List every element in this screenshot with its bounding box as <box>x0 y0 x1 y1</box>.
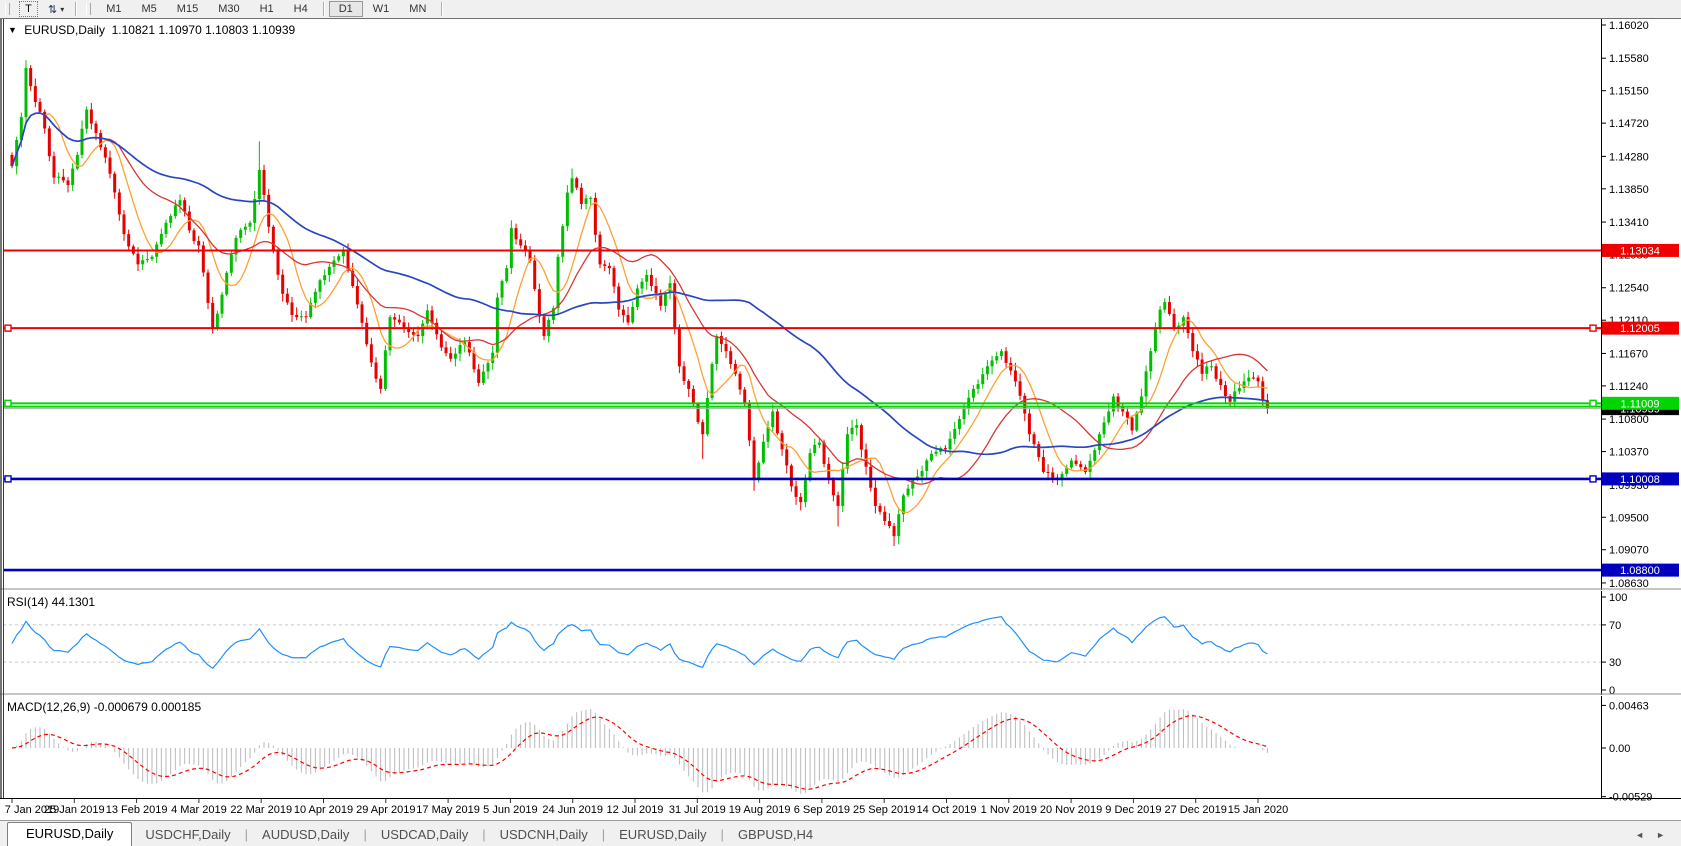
date-axis-label: 13 Feb 2019 <box>106 804 168 816</box>
chart-quote-header: ▼ EURUSD,Daily 1.10821 1.10970 1.10803 1… <box>8 23 295 37</box>
price-axis-tick: 1.09500 <box>1609 512 1649 524</box>
date-axis-label: 4 Mar 2019 <box>171 804 227 816</box>
date-axis-label: 29 Apr 2019 <box>356 804 415 816</box>
rsi-axis-tick: 100 <box>1609 592 1627 604</box>
chart-tab-eurusd-daily[interactable]: EURUSD,Daily <box>7 822 133 846</box>
timeframe-button-M30[interactable]: M30 <box>208 1 249 17</box>
timeframe-button-H4[interactable]: H4 <box>284 1 318 17</box>
price-axis-tick: 1.10370 <box>1609 447 1649 459</box>
price-axis-tick: 1.12540 <box>1609 283 1649 295</box>
price-axis-tick: 1.15580 <box>1609 53 1649 65</box>
macd-indicator-label: MACD(12,26,9) -0.000679 0.000185 <box>7 700 202 714</box>
price-axis-tick: 1.09070 <box>1609 545 1649 557</box>
line-anchor-handle[interactable] <box>1589 324 1597 332</box>
quote-high: 1.10970 <box>158 23 202 37</box>
timeframe-button-group: M1 M5 M15 M30 H1 H4 D1 W1 MN <box>96 1 447 17</box>
tab-scroll-left-icon[interactable]: ◄ <box>1635 830 1644 840</box>
timeframe-button-M5[interactable]: M5 <box>132 1 167 17</box>
line-anchor-handle[interactable] <box>4 399 12 408</box>
date-axis-label: 10 Apr 2019 <box>294 804 353 816</box>
svg-text:1.08800: 1.08800 <box>1620 565 1660 577</box>
timeframe-button-W1[interactable]: W1 <box>363 1 400 17</box>
quote-close: 1.10939 <box>251 23 296 37</box>
svg-text:1.10008: 1.10008 <box>1620 474 1660 486</box>
price-axis-tick: 1.14280 <box>1609 151 1649 163</box>
text-tool-button[interactable]: T <box>19 1 38 17</box>
chart-symbol-label: EURUSD,Daily <box>24 23 105 37</box>
svg-text:1.12005: 1.12005 <box>1620 323 1660 335</box>
line-anchor-handle[interactable] <box>1589 475 1597 483</box>
timeframe-button-M1[interactable]: M1 <box>96 1 131 17</box>
macd-axis-tick: 0.00463 <box>1609 700 1649 712</box>
price-axis-tick: 1.16020 <box>1609 20 1649 32</box>
quote-open: 1.10821 <box>111 23 156 37</box>
price-chart-svg[interactable]: 1.16020 1.15580 1.15150 1.14720 1.14280 1.138… <box>0 18 1681 820</box>
chart-tab-usdchf-daily[interactable]: USDCHF,Daily <box>132 824 243 846</box>
price-axis-tick: 1.11240 <box>1609 381 1648 393</box>
tab-scroll-right-icon[interactable]: ► <box>1656 830 1665 840</box>
line-anchor-handle[interactable] <box>4 324 12 332</box>
date-axis-label: 22 Mar 2019 <box>230 804 292 816</box>
svg-text:1.11009: 1.11009 <box>1621 398 1660 410</box>
date-axis-label: 24 Jun 2019 <box>542 804 603 816</box>
tab-scroll-controls: ◄ ► <box>1635 830 1665 846</box>
macd-axis-tick: -0.00529 <box>1609 792 1652 804</box>
date-axis-label: 6 Sep 2019 <box>794 804 850 816</box>
arrange-windows-button[interactable]: ⇅ ▾ <box>48 3 64 16</box>
price-axis-tick: 1.11670 <box>1609 348 1648 360</box>
chart-tabs: EURUSD,Daily USDCHF,Daily | AUDUSD,Daily | US… <box>0 822 826 846</box>
quote-low: 1.10803 <box>205 23 249 37</box>
date-axis-label: 25 Sep 2019 <box>853 804 915 816</box>
price-axis-tick: 1.08630 <box>1609 578 1649 590</box>
toolbar-grip-handle[interactable] <box>86 3 92 15</box>
chart-tab-bar: EURUSD,Daily USDCHF,Daily | AUDUSD,Daily | US… <box>0 820 1681 846</box>
toolbar-grip-handle[interactable] <box>5 3 10 15</box>
svg-text:1.13034: 1.13034 <box>1620 245 1660 257</box>
macd-axis-tick: 0.00 <box>1609 743 1630 755</box>
symbol-dropdown-arrow-icon[interactable]: ▼ <box>8 25 17 35</box>
toolbar-separator <box>441 2 443 16</box>
chart-tab-gbpusd-h4[interactable]: GBPUSD,H4 <box>725 824 826 846</box>
date-axis-label: 20 Nov 2019 <box>1040 804 1102 816</box>
chevron-down-icon[interactable]: ▾ <box>60 5 64 14</box>
price-axis-tick: 1.14720 <box>1609 118 1649 130</box>
toolbar-separator <box>75 2 77 16</box>
rsi-indicator-label: RSI(14) 44.1301 <box>7 595 96 609</box>
date-axis-label: 31 Jul 2019 <box>669 804 726 816</box>
top-toolbar: T ⇅ ▾ M1 M5 M15 M30 H1 H4 D1 W1 MN <box>0 0 1681 19</box>
date-axis-label: 25 Jan 2019 <box>44 804 105 816</box>
date-axis-label: 27 Dec 2019 <box>1165 804 1227 816</box>
line-anchor-handle[interactable] <box>1589 399 1597 408</box>
timeframe-button-H1[interactable]: H1 <box>250 1 284 17</box>
price-axis-tick: 1.13850 <box>1609 184 1649 196</box>
date-axis-label: 14 Oct 2019 <box>917 804 977 816</box>
date-axis-label: 17 May 2019 <box>416 804 480 816</box>
date-axis-label: 1 Nov 2019 <box>981 804 1037 816</box>
chart-tab-audusd-daily[interactable]: AUDUSD,Daily <box>249 824 362 846</box>
chart-tab-usdcnh-daily[interactable]: USDCNH,Daily <box>487 824 601 846</box>
mt4-window: { "toolbar": { "text_tool_label": "T", "… <box>0 0 1681 846</box>
timeframe-button-D1[interactable]: D1 <box>328 1 363 17</box>
rsi-axis-tick: 70 <box>1609 620 1621 632</box>
swap-arrows-icon: ⇅ <box>48 3 58 16</box>
price-axis-tick: 1.10800 <box>1609 414 1649 426</box>
date-axis-label: 19 Aug 2019 <box>729 804 791 816</box>
price-axis-tick: 1.15150 <box>1609 86 1649 98</box>
date-axis-label: 5 Jun 2019 <box>483 804 537 816</box>
timeframe-button-M15[interactable]: M15 <box>167 1 208 17</box>
date-axis-label: 12 Jul 2019 <box>607 804 664 816</box>
rsi-axis-tick: 30 <box>1609 657 1621 669</box>
line-anchor-handle[interactable] <box>4 475 12 483</box>
chart-tab-usdcad-daily[interactable]: USDCAD,Daily <box>368 824 481 846</box>
timeframe-button-MN[interactable]: MN <box>399 1 436 17</box>
toolbar-separator <box>322 2 324 16</box>
chart-tab-eurusd-daily[interactable]: EURUSD,Daily <box>606 824 719 846</box>
date-axis-label: 15 Jan 2020 <box>1228 804 1289 816</box>
price-axis-tick: 1.13410 <box>1609 217 1649 229</box>
date-axis-label: 9 Dec 2019 <box>1105 804 1161 816</box>
